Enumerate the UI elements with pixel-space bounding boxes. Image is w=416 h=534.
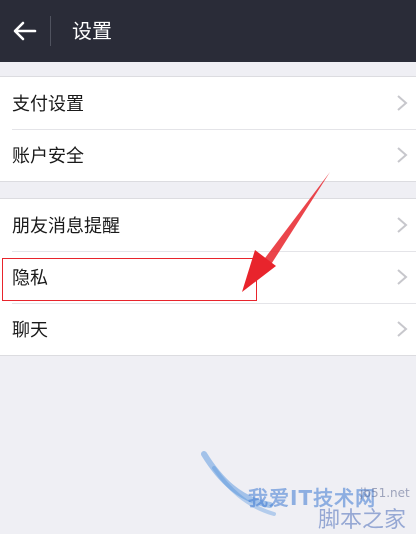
watermark: 我爱IT技术网 jb51.net 脚本之家	[200, 450, 416, 533]
watermark-site: 脚本之家	[318, 508, 407, 533]
annotation-arrow-icon	[242, 172, 330, 292]
watermark-url: jb51.net	[360, 486, 410, 500]
